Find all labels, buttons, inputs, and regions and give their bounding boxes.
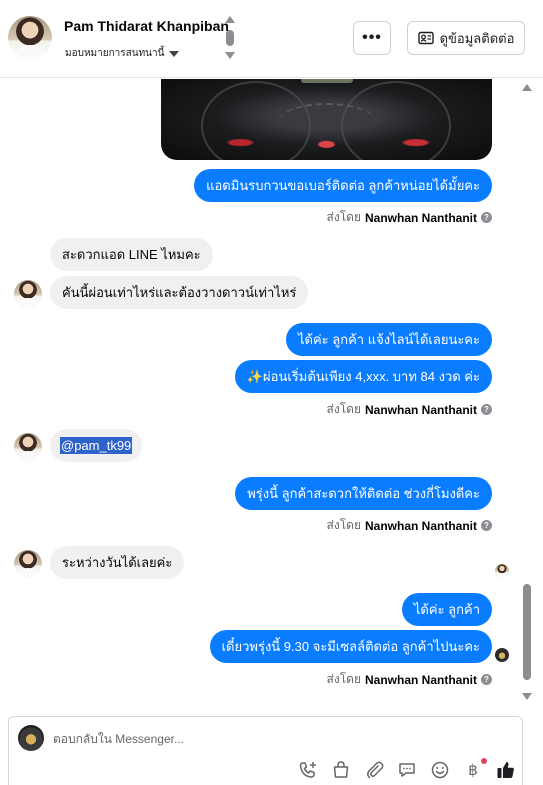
contact-card-icon <box>417 31 434 45</box>
message-text: คันนี้ผ่อนเท่าไหร่และต้องวางดาวน์เท่าไหร… <box>62 285 297 300</box>
baht-icon: ฿ <box>468 761 478 779</box>
notification-dot <box>481 758 487 764</box>
view-contact-info-button[interactable]: ดูข้อมูลติดต่อ <box>407 21 525 55</box>
message-bubble-incoming[interactable]: ระหว่างวันได้เลยค่ะ <box>50 546 185 579</box>
contact-avatar-small[interactable] <box>14 280 42 308</box>
messenger-inbox-window: Pam Thidarat Khanpiban มอบหมายการสนทนานี… <box>0 0 543 785</box>
sent-by-prefix: ส่งโดย <box>326 672 361 686</box>
seen-indicator-avatar <box>495 564 509 578</box>
shopping-bag-icon <box>333 761 349 778</box>
sent-by-agent[interactable]: Nanwhan Nanthanit <box>365 211 477 225</box>
header-scrollbar[interactable] <box>224 16 236 62</box>
scrollbar-thumb[interactable] <box>523 584 531 680</box>
message-bubble-incoming[interactable]: สะดวกแอด LINE ไหมคะ <box>50 238 213 271</box>
attach-button[interactable] <box>363 759 385 781</box>
message-bubble-outgoing[interactable]: เดี๋ยวพรุ่งนี้ 9.30 จะมีเซลล์ติดต่อ ลูกค… <box>209 630 492 663</box>
sent-by-agent[interactable]: Nanwhan Nanthanit <box>365 673 477 687</box>
more-dots-icon: ••• <box>362 29 382 46</box>
scroll-up-arrow-icon[interactable] <box>522 84 532 91</box>
message-bubble-outgoing[interactable]: ได้ค่ะ ลูกค้า แจ้งไลน์ได้เลยนะคะ <box>285 323 492 356</box>
delivered-indicator-avatar <box>495 648 509 662</box>
message-text: ได้ค่ะ ลูกค้า แจ้งไลน์ได้เลยนะคะ <box>297 332 480 347</box>
message-text: สะดวกแอด LINE ไหมคะ <box>62 247 201 262</box>
message-thread: แอดมินรบกวนขอเบอร์ติดต่อ ลูกค้าหน่อยได้ม… <box>0 79 543 709</box>
message-bubble-outgoing[interactable]: พรุ่งนี้ ลูกค้าสะดวกให้ติดต่อ ช่วงกี่โมง… <box>235 477 492 510</box>
help-icon[interactable]: ? <box>481 520 492 531</box>
smile-icon <box>431 761 449 779</box>
sent-by-line: ส่งโดย Nanwhan Nanthanit ? <box>327 516 492 535</box>
call-button[interactable] <box>297 759 319 781</box>
more-options-button[interactable]: ••• <box>353 21 391 55</box>
shop-button[interactable] <box>330 759 352 781</box>
scroll-down-arrow-icon[interactable] <box>225 52 235 59</box>
sent-by-line: ส่งโดย Nanwhan Nanthanit ? <box>327 670 492 689</box>
scrollbar-thumb[interactable] <box>226 30 234 46</box>
page-avatar <box>18 725 44 751</box>
assign-label: มอบหมายการสนทนานี้ <box>65 48 165 59</box>
like-button[interactable] <box>495 759 517 781</box>
help-icon[interactable]: ? <box>481 212 492 223</box>
scroll-up-arrow-icon[interactable] <box>225 16 235 23</box>
payment-button[interactable]: ฿ <box>462 758 487 781</box>
message-text: ระหว่างวันได้เลยค่ะ <box>62 555 173 570</box>
help-icon[interactable]: ? <box>481 404 492 415</box>
message-text: ได้ค่ะ ลูกค้า <box>413 602 480 617</box>
reply-input[interactable] <box>53 729 453 749</box>
message-bubble-incoming[interactable]: คันนี้ผ่อนเท่าไหร่และต้องวางดาวน์เท่าไหร… <box>50 276 309 309</box>
sent-by-prefix: ส่งโดย <box>326 518 361 532</box>
contact-avatar[interactable] <box>8 16 52 60</box>
conversation-header: Pam Thidarat Khanpiban มอบหมายการสนทนานี… <box>0 0 543 78</box>
thread-scrollbar[interactable] <box>520 79 534 709</box>
scroll-down-arrow-icon[interactable] <box>522 693 532 700</box>
message-text: แอดมินรบกวนขอเบอร์ติดต่อ ลูกค้าหน่อยได้ม… <box>206 178 480 193</box>
message-text: @pam_tk99 <box>60 437 133 454</box>
sent-by-line: ส่งโดย Nanwhan Nanthanit ? <box>327 208 492 227</box>
paperclip-icon <box>367 761 384 779</box>
chat-bubble-icon <box>399 763 415 777</box>
assign-conversation-dropdown[interactable]: มอบหมายการสนทนานี้ <box>65 46 180 61</box>
contact-avatar-small[interactable] <box>14 433 42 461</box>
chevron-down-icon <box>169 50 180 57</box>
message-text: ✨ผ่อนเริ่มต้นเพียง 4,xxx. บาท 84 งวด ค่ะ <box>246 369 480 384</box>
message-bubble-outgoing[interactable]: ✨ผ่อนเริ่มต้นเพียง 4,xxx. บาท 84 งวด ค่ะ <box>234 360 492 393</box>
message-text: พรุ่งนี้ ลูกค้าสะดวกให้ติดต่อ ช่วงกี่โมง… <box>247 486 480 501</box>
sent-by-line: ส่งโดย Nanwhan Nanthanit ? <box>327 400 492 419</box>
thumbs-up-icon <box>497 762 514 778</box>
sent-by-prefix: ส่งโดย <box>326 210 361 224</box>
reply-composer: ฿ <box>8 716 523 785</box>
help-icon[interactable]: ? <box>481 674 492 685</box>
message-bubble-incoming[interactable]: @pam_tk99 <box>50 429 143 462</box>
sent-by-agent[interactable]: Nanwhan Nanthanit <box>365 519 477 533</box>
contact-info-label: ดูข้อมูลติดต่อ <box>439 30 515 46</box>
contact-name[interactable]: Pam Thidarat Khanpiban <box>64 18 229 34</box>
contact-avatar-small[interactable] <box>14 550 42 578</box>
phone-add-icon <box>299 762 316 778</box>
composer-toolbar: ฿ <box>297 758 517 781</box>
message-text: เดี๋ยวพรุ่งนี้ 9.30 จะมีเซลล์ติดต่อ ลูกค… <box>221 639 480 654</box>
message-bubble-outgoing[interactable]: แอดมินรบกวนขอเบอร์ติดต่อ ลูกค้าหน่อยได้ม… <box>194 169 492 202</box>
car-dashboard-photo[interactable] <box>161 79 492 160</box>
sent-by-prefix: ส่งโดย <box>326 402 361 416</box>
sent-by-agent[interactable]: Nanwhan Nanthanit <box>365 403 477 417</box>
saved-replies-button[interactable] <box>396 759 418 781</box>
emoji-button[interactable] <box>429 759 451 781</box>
message-bubble-outgoing[interactable]: ได้ค่ะ ลูกค้า <box>401 593 492 626</box>
